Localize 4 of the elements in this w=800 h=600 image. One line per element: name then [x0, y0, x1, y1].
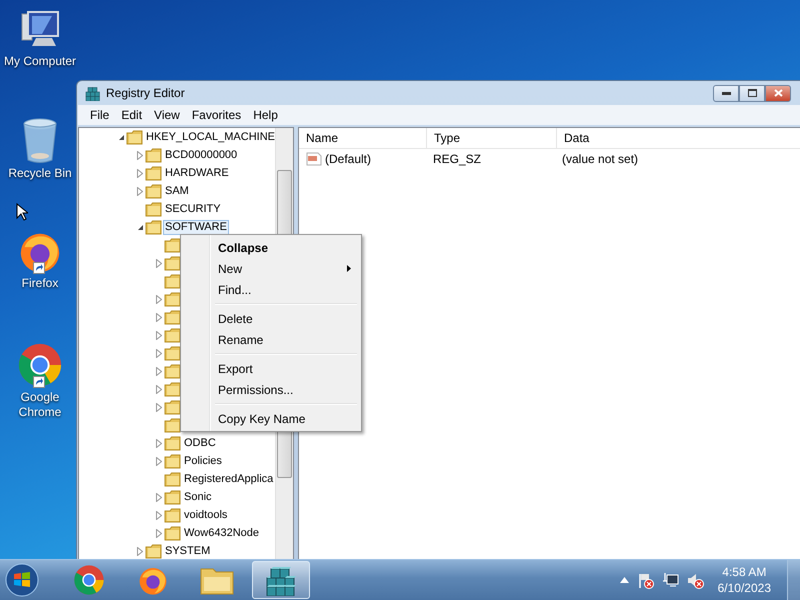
table-cell: (value not set) [562, 152, 638, 166]
window-title: Registry Editor [106, 86, 186, 100]
table-cell: (Default) [325, 152, 372, 166]
table-cell: REG_SZ [433, 152, 482, 166]
